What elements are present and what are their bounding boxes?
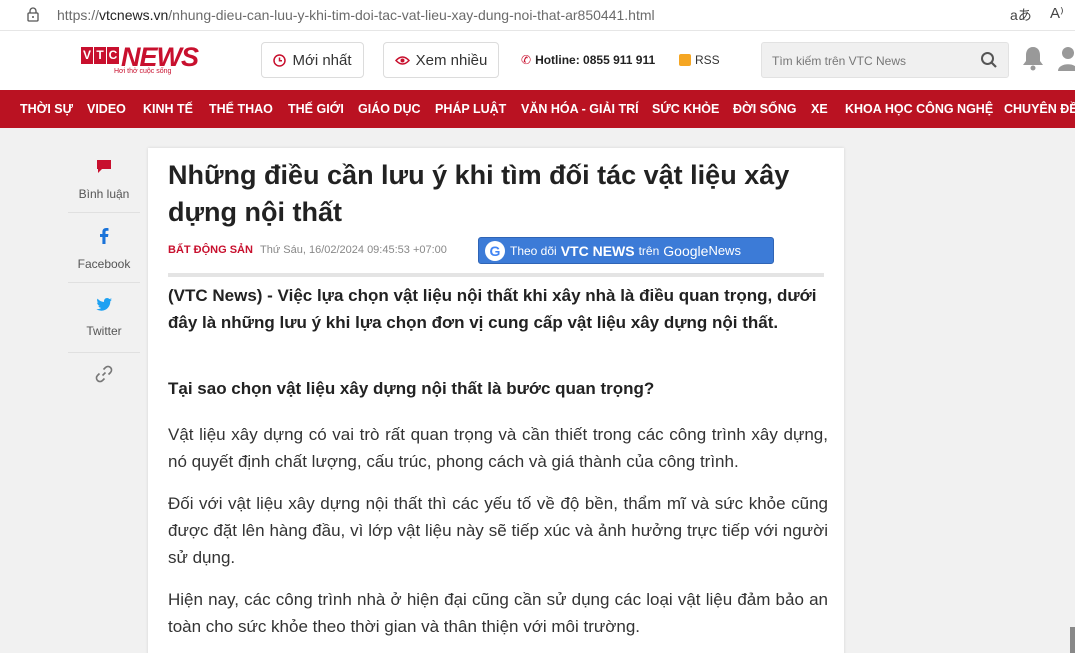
article-meta: BẤT ĐỘNG SẢN Thứ Sáu, 16/02/2024 09:45:5… xyxy=(168,244,447,256)
facebook-icon xyxy=(100,228,109,244)
user-icon[interactable] xyxy=(1058,45,1075,71)
nav-item-the-gioi[interactable]: THẾ GIỚI xyxy=(288,102,344,116)
read-aloud-icon[interactable]: aあ xyxy=(1010,5,1032,25)
article-title: Những điều cần lưu ý khi tìm đối tác vật… xyxy=(168,160,790,227)
google-logo-text: Google xyxy=(663,242,709,259)
article-lead: (VTC News) - Việc lựa chọn vật liệu nội … xyxy=(168,286,817,332)
latest-button[interactable]: Mới nhất xyxy=(261,42,364,78)
url-text[interactable]: https://vtcnews.vn/nhung-dieu-can-luu-y-… xyxy=(57,7,655,23)
page-scrollbar[interactable] xyxy=(1070,627,1075,653)
article-paragraph: Đối với vật liệu xây dựng nội thất thì c… xyxy=(168,494,828,567)
google-news-follow-button[interactable]: G Theo dõi VTC NEWS trên Google News xyxy=(478,237,774,264)
share-divider xyxy=(68,282,140,283)
article-date: Thứ Sáu, 16/02/2024 09:45:53 +07:00 xyxy=(260,244,447,256)
nav-item-doi-song[interactable]: ĐỜI SỐNG xyxy=(733,102,796,116)
vtc-news-logo[interactable]: V T C NEWS Hơi thở cuộc sống xyxy=(81,42,203,78)
twitter-icon xyxy=(96,298,112,311)
rss-link[interactable]: RSS xyxy=(679,53,720,67)
hotline[interactable]: ✆ Hotline: 0855 911 911 xyxy=(521,53,655,67)
url-host: vtcnews.vn xyxy=(99,7,169,23)
nav-item-phap-luat[interactable]: PHÁP LUẬT xyxy=(435,102,506,116)
nav-item-khoa-hoc-cong-nghe[interactable]: KHOA HỌC CÔNG NGHỆ xyxy=(845,102,993,116)
notification-bell-icon[interactable] xyxy=(1021,45,1045,71)
link-icon xyxy=(95,365,113,383)
nav-item-video[interactable]: VIDEO xyxy=(87,102,126,116)
phone-icon: ✆ xyxy=(521,53,532,67)
nav-item-kinh-te[interactable]: KINH TẾ xyxy=(143,102,193,116)
logo-vtc: V T C xyxy=(81,47,119,64)
most-viewed-button-label: Xem nhiều xyxy=(415,51,488,69)
nav-item-van-hoa-giai-tri[interactable]: VĂN HÓA - GIẢI TRÍ xyxy=(521,102,639,116)
article-paragraph: Hiện nay, các công trình nhà ở hiện đại … xyxy=(168,590,828,636)
logo-tagline: Hơi thở cuộc sống xyxy=(114,68,172,75)
search-input[interactable] xyxy=(772,51,972,71)
twitter-label: Twitter xyxy=(86,324,122,338)
comment-icon xyxy=(97,160,111,173)
comment-label: Bình luận xyxy=(78,187,130,201)
nav-item-chuyen-de[interactable]: CHUYÊN ĐỀ xyxy=(1004,102,1075,116)
facebook-share-button[interactable]: Facebook xyxy=(68,228,140,271)
share-divider xyxy=(68,212,140,213)
search-box[interactable] xyxy=(761,42,1009,78)
article-card: Những điều cần lưu ý khi tìm đối tác vật… xyxy=(148,148,844,653)
rss-icon xyxy=(679,54,691,66)
twitter-share-button[interactable]: Twitter xyxy=(68,298,140,338)
article-category[interactable]: BẤT ĐỘNG SẢN xyxy=(168,244,253,256)
copy-link-button[interactable] xyxy=(68,365,140,388)
site-header: V T C NEWS Hơi thở cuộc sống Mới nhất Xe… xyxy=(0,31,1075,90)
most-viewed-button[interactable]: Xem nhiều xyxy=(383,42,499,78)
meta-divider xyxy=(168,273,824,277)
search-icon[interactable] xyxy=(980,51,998,69)
nav-item-xe[interactable]: XE xyxy=(811,102,828,116)
clock-icon xyxy=(273,53,287,67)
comment-button[interactable]: Bình luận xyxy=(68,159,140,201)
url-path: /nhung-dieu-can-luu-y-khi-tim-doi-tac-va… xyxy=(168,7,655,23)
latest-button-label: Mới nhất xyxy=(292,51,352,69)
article-subheading: Tại sao chọn vật liệu xây dựng nội thất … xyxy=(168,379,655,398)
nav-item-the-thao[interactable]: THỂ THAO xyxy=(209,102,273,116)
main-nav: THỜI SỰ VIDEO KINH TẾ THỂ THAO THẾ GIỚI … xyxy=(0,90,1075,128)
google-g-icon: G xyxy=(485,240,505,261)
share-divider xyxy=(68,352,140,353)
nav-item-thoi-su[interactable]: THỜI SỰ xyxy=(20,102,73,116)
facebook-label: Facebook xyxy=(77,257,131,271)
article-paragraph: Vật liệu xây dựng có vai trò rất quan tr… xyxy=(168,425,828,471)
text-size-icon[interactable]: A⁾ xyxy=(1050,4,1064,22)
nav-item-suc-khoe[interactable]: SỨC KHỎE xyxy=(652,102,719,116)
browser-address-bar[interactable]: https://vtcnews.vn/nhung-dieu-can-luu-y-… xyxy=(0,0,1075,31)
lock-icon xyxy=(27,7,39,22)
nav-item-giao-duc[interactable]: GIÁO DỤC xyxy=(358,102,421,116)
eye-icon xyxy=(394,55,410,65)
url-scheme: https:// xyxy=(57,7,100,23)
